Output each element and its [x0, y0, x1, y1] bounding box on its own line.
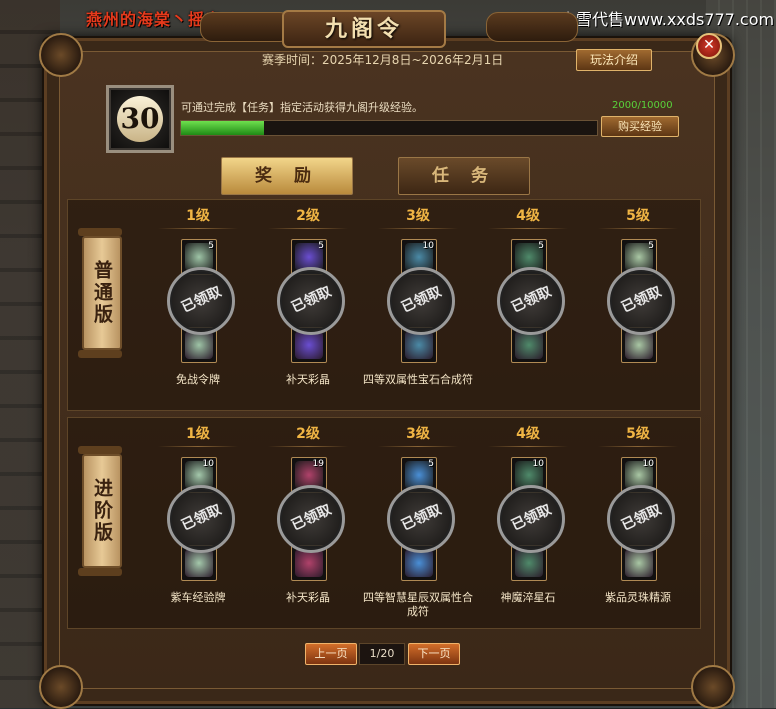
page-indicator: 1/20 — [359, 643, 405, 665]
reward-item-icon — [185, 331, 213, 359]
claimed-stamp: 已领取 — [387, 485, 455, 553]
level-divider — [158, 228, 238, 229]
reward-item-count: 10 — [422, 241, 434, 251]
window-title: 九阁令 — [282, 10, 446, 48]
claimed-stamp-text: 已领取 — [509, 283, 554, 317]
claimed-stamp: 已领取 — [607, 485, 675, 553]
track-label-advanced: 进阶版 — [78, 446, 122, 576]
reward-item-icon — [515, 549, 543, 577]
claimed-stamp-text: 已领取 — [289, 283, 334, 317]
level-title: 2级 — [296, 208, 320, 224]
reward-item-icon — [405, 331, 433, 359]
claimed-stamp-text: 已领取 — [179, 283, 224, 317]
reward-item-icon — [185, 549, 213, 577]
next-page-button[interactable]: 下一页 — [408, 643, 460, 665]
reward-name: 免战令牌 — [176, 373, 220, 386]
reward-item-icon — [405, 549, 433, 577]
prev-page-button[interactable]: 上一页 — [305, 643, 357, 665]
reward-item-count: 5 — [648, 241, 654, 251]
reward-item-icon — [625, 549, 653, 577]
reward-name: 补天彩晶 — [286, 591, 330, 604]
claimed-stamp: 已领取 — [387, 267, 455, 335]
level-divider — [598, 228, 678, 229]
season-time: 赛季时间：2025年12月8日~2026年2月1日 — [262, 53, 504, 67]
level-title: 3级 — [406, 426, 430, 442]
level-divider — [158, 446, 238, 447]
reward-name: 四等智慧星辰双属性合成符 — [363, 591, 473, 618]
level-divider — [378, 228, 458, 229]
tab-rewards[interactable]: 奖 励 — [221, 157, 353, 195]
exp-progress-bar — [180, 120, 598, 136]
level-divider — [268, 446, 348, 447]
reward-item-count: 5 — [318, 241, 324, 251]
claimed-stamp-text: 已领取 — [509, 501, 554, 535]
claimed-stamp: 已领取 — [607, 267, 675, 335]
level-divider — [488, 446, 568, 447]
track-label-normal: 普通版 — [78, 228, 122, 358]
rules-button[interactable]: 玩法介绍 — [576, 49, 652, 71]
reward-item-icon — [295, 331, 323, 359]
exp-progress-fill — [181, 121, 265, 135]
title-wing-left — [200, 12, 292, 42]
level-badge: 30 — [106, 85, 174, 153]
reward-item-icon — [625, 331, 653, 359]
claimed-stamp-text: 已领取 — [289, 501, 334, 535]
claimed-stamp-text: 已领取 — [619, 283, 664, 317]
reward-item-count: 10 — [202, 459, 214, 469]
claimed-stamp-text: 已领取 — [399, 501, 444, 535]
corner-ornament — [691, 665, 735, 709]
reward-item-count: 10 — [532, 459, 544, 469]
level-divider — [488, 228, 568, 229]
reward-name: 补天彩晶 — [286, 373, 330, 386]
claimed-stamp: 已领取 — [277, 267, 345, 335]
level-divider — [598, 446, 678, 447]
claimed-stamp: 已领取 — [277, 485, 345, 553]
reward-item-count: 19 — [312, 459, 324, 469]
buy-exp-button[interactable]: 购买经验 — [601, 116, 679, 137]
reward-item-count: 10 — [642, 459, 654, 469]
claimed-stamp-text: 已领取 — [399, 283, 444, 317]
level-title: 1级 — [186, 208, 210, 224]
reward-item-icon — [295, 549, 323, 577]
level-title: 4级 — [516, 208, 540, 224]
reward-item-icon — [515, 331, 543, 359]
corner-ornament — [39, 665, 83, 709]
claimed-stamp-text: 已领取 — [619, 501, 664, 535]
reward-name: 紫品灵珠精源 — [605, 591, 671, 604]
level-title: 3级 — [406, 208, 430, 224]
level-title: 2级 — [296, 426, 320, 442]
level-divider — [378, 446, 458, 447]
level-title: 1级 — [186, 426, 210, 442]
level-title: 4级 — [516, 426, 540, 442]
banner-right-text: 小雪代售www.xxds777.com — [560, 10, 775, 29]
reward-name: 紫车经验牌 — [170, 591, 226, 604]
title-wing-right — [486, 12, 578, 42]
claimed-stamp-text: 已领取 — [179, 501, 224, 535]
tab-tasks[interactable]: 任 务 — [398, 157, 530, 195]
exp-value: 2000/10000 — [612, 100, 673, 111]
reward-item-count: 5 — [428, 459, 434, 469]
claimed-stamp: 已领取 — [167, 267, 235, 335]
level-divider — [268, 228, 348, 229]
reward-name: 四等双属性宝石合成符 — [363, 373, 473, 386]
reward-item-count: 5 — [208, 241, 214, 251]
corner-ornament — [39, 33, 83, 77]
reward-name: 神魔淬星石 — [500, 591, 556, 604]
level-title: 5级 — [626, 426, 650, 442]
exp-description: 可通过完成【任务】指定活动获得九阁升级经验。 — [181, 101, 423, 114]
claimed-stamp: 已领取 — [497, 485, 565, 553]
close-button[interactable]: ✕ — [696, 33, 722, 59]
claimed-stamp: 已领取 — [497, 267, 565, 335]
level-title: 5级 — [626, 208, 650, 224]
reward-item-count: 5 — [538, 241, 544, 251]
claimed-stamp: 已领取 — [167, 485, 235, 553]
level-number: 30 — [117, 96, 163, 142]
